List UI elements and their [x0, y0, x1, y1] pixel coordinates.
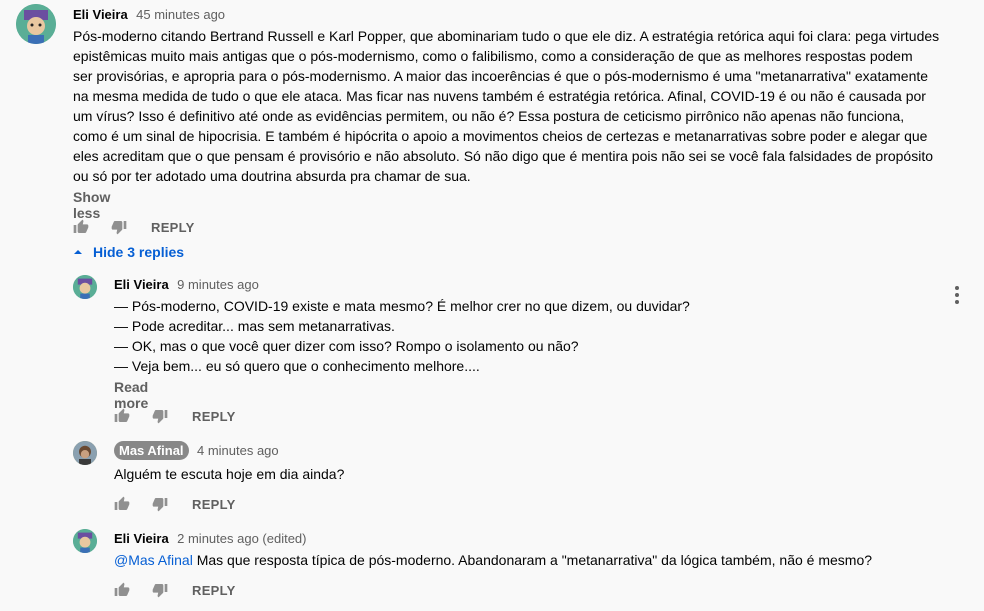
like-icon[interactable]: [73, 219, 89, 235]
comment-actions: REPLY: [114, 578, 236, 602]
reply-button[interactable]: REPLY: [151, 220, 195, 235]
comment-line: um vírus? Isso é definitivo até onde as …: [73, 108, 905, 124]
dislike-icon[interactable]: [152, 496, 168, 512]
dislike-icon[interactable]: [152, 408, 168, 424]
timestamp[interactable]: 45 minutes ago: [136, 7, 225, 22]
comment-actions: REPLY: [114, 492, 236, 516]
comment-line: — OK, mas o que você quer dizer com isso…: [114, 338, 579, 354]
avatar-icon: [73, 275, 97, 299]
comment-line: na mesma medida de tudo o que ele ataca.…: [73, 88, 926, 104]
hide-replies-toggle[interactable]: Hide 3 replies: [73, 244, 184, 260]
more-vert-icon[interactable]: [947, 285, 967, 305]
comment-text: — Pós-moderno, COVID-19 existe e mata me…: [114, 296, 934, 376]
comment-header: Eli Vieira 45 minutes ago: [73, 6, 225, 24]
comment-line: — Veja bem... eu só quero que o conhecim…: [114, 358, 480, 374]
comment-text: Pós-moderno citando Bertrand Russell e K…: [73, 26, 973, 186]
like-icon[interactable]: [114, 408, 130, 424]
comment-header: Mas Afinal 4 minutes ago: [114, 441, 279, 460]
avatar[interactable]: [73, 529, 97, 553]
timestamp[interactable]: 9 minutes ago: [177, 277, 259, 292]
comment-text: Alguém te escuta hoje em dia ainda?: [114, 466, 345, 482]
timestamp[interactable]: 4 minutes ago: [197, 443, 279, 458]
comment-line: ser provisórias, e apropria para o pós-m…: [73, 68, 929, 84]
comment-line: — Pode acreditar... mas sem metanarrativ…: [114, 318, 395, 334]
like-icon[interactable]: [114, 496, 130, 512]
comment-text: @Mas Afinal Mas que resposta típica de p…: [114, 550, 974, 570]
avatar-icon: [73, 529, 97, 553]
reply-button[interactable]: REPLY: [192, 497, 236, 512]
timestamp[interactable]: 2 minutes ago (edited): [177, 531, 306, 546]
like-icon[interactable]: [114, 582, 130, 598]
reply-button[interactable]: REPLY: [192, 409, 236, 424]
avatar-icon: [73, 441, 97, 465]
comment-line: Pós-moderno citando Bertrand Russell e K…: [73, 28, 940, 44]
author-badge[interactable]: Mas Afinal: [114, 441, 189, 460]
comment-actions: REPLY: [114, 404, 236, 428]
mention-link[interactable]: @Mas Afinal: [114, 552, 193, 568]
comment-header: Eli Vieira 9 minutes ago: [114, 276, 259, 294]
dislike-icon[interactable]: [152, 582, 168, 598]
chevron-up-icon: [74, 250, 82, 254]
comment-line: epistêmicas muito mais antigas que o pós…: [73, 48, 913, 64]
reply-button[interactable]: REPLY: [192, 583, 236, 598]
comment-header: Eli Vieira 2 minutes ago (edited): [114, 530, 307, 548]
avatar[interactable]: [73, 275, 97, 299]
avatar[interactable]: [16, 4, 56, 44]
author-name[interactable]: Eli Vieira: [114, 277, 169, 292]
avatar-icon: [16, 4, 56, 44]
comment-actions: REPLY: [73, 215, 195, 239]
dislike-icon[interactable]: [111, 219, 127, 235]
comment-line: eles acreditam que o que pensam é provis…: [73, 148, 933, 164]
author-name[interactable]: Eli Vieira: [73, 7, 128, 22]
comment-line: — Pós-moderno, COVID-19 existe e mata me…: [114, 298, 690, 314]
comment-line: como é um sinal de hipocrisia. E também …: [73, 128, 928, 144]
author-name[interactable]: Eli Vieira: [114, 531, 169, 546]
comment-body: Mas que resposta típica de pós-moderno. …: [192, 552, 873, 568]
avatar[interactable]: [73, 441, 97, 465]
hide-replies-label: Hide 3 replies: [93, 244, 185, 260]
comment-line: ou só por ter adotado uma doutrina absur…: [73, 168, 471, 184]
